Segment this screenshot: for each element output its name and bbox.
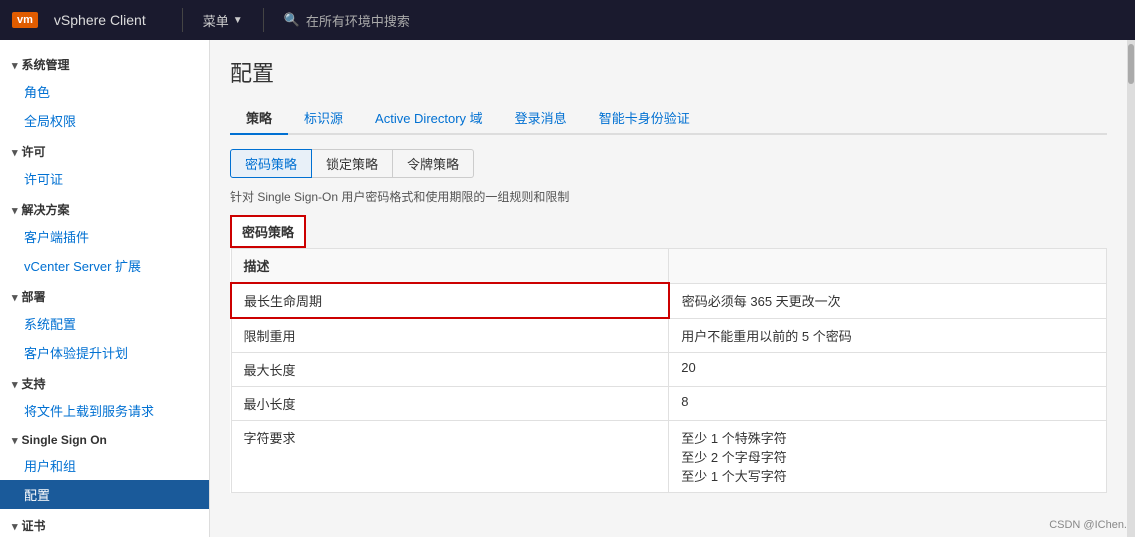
page-title: 配置 [230, 56, 1107, 88]
chevron-down-icon: ▼ [233, 15, 243, 26]
table-row-value: 用户不能重用以前的 5 个密码 [669, 318, 1107, 353]
collapse-icon: ▾ [12, 434, 18, 447]
tab-policy[interactable]: 策略 [230, 102, 288, 135]
search-placeholder: 在所有环境中搜索 [306, 11, 410, 30]
collapse-icon: ▾ [12, 520, 18, 533]
content-area: 配置 策略标识源Active Directory 域登录消息智能卡身份验证 密码… [210, 40, 1127, 537]
table-header-cell [669, 249, 1107, 284]
sidebar-item-sys-config[interactable]: 系统配置 [0, 309, 209, 338]
top-nav: vm vSphere Client 菜单 ▼ 🔍 在所有环境中搜索 [0, 0, 1135, 40]
table-row: 限制重用用户不能重用以前的 5 个密码 [231, 318, 1107, 353]
menu-label: 菜单 [203, 11, 229, 30]
sidebar-section-系统管理: ▾系统管理 [0, 48, 209, 77]
table-row-label: 字符要求 [231, 421, 669, 493]
app-title: vSphere Client [54, 12, 146, 28]
sidebar-section-支持: ▾支持 [0, 367, 209, 396]
sidebar-section-Single Sign On: ▾Single Sign On [0, 425, 209, 451]
table-row: 最长生命周期密码必须每 365 天更改一次 [231, 283, 1107, 318]
sidebar-item-config[interactable]: 配置 [0, 480, 209, 509]
table-row-label: 最小长度 [231, 387, 669, 421]
collapse-icon: ▾ [12, 59, 18, 72]
search-icon: 🔍 [284, 12, 300, 28]
sub-tab-lock-policy[interactable]: 锁定策略 [312, 149, 393, 178]
policy-section-header: 密码策略 [230, 215, 306, 248]
table-row-value: 8 [669, 387, 1107, 421]
collapse-icon: ▾ [12, 291, 18, 304]
main-tabs: 策略标识源Active Directory 域登录消息智能卡身份验证 [230, 102, 1107, 135]
menu-button[interactable]: 菜单 ▼ [203, 11, 243, 30]
sidebar-item-global-perms[interactable]: 全局权限 [0, 106, 209, 135]
table-header-cell: 描述 [231, 249, 669, 284]
search-bar[interactable]: 🔍 在所有环境中搜索 [284, 11, 410, 30]
sidebar-item-customer-exp[interactable]: 客户体验提升计划 [0, 338, 209, 367]
sidebar-item-vcenter-ext[interactable]: vCenter Server 扩展 [0, 251, 209, 280]
table-row-value: 密码必须每 365 天更改一次 [669, 283, 1107, 318]
scrollbar[interactable] [1127, 40, 1135, 537]
sub-tabs: 密码策略锁定策略令牌策略 [230, 149, 1107, 178]
sub-tab-token-policy[interactable]: 令牌策略 [393, 149, 474, 178]
sidebar-item-license[interactable]: 许可证 [0, 164, 209, 193]
table-row-value: 20 [669, 353, 1107, 387]
scroll-thumb [1128, 44, 1134, 84]
nav-divider-2 [263, 8, 264, 32]
table-row: 最小长度8 [231, 387, 1107, 421]
tab-smart-card[interactable]: 智能卡身份验证 [583, 102, 706, 135]
main-layout: ▾系统管理角色全局权限▾许可许可证▾解决方案客户端插件vCenter Serve… [0, 40, 1135, 537]
sidebar-section-部署: ▾部署 [0, 280, 209, 309]
sidebar-item-users-groups[interactable]: 用户和组 [0, 451, 209, 480]
policy-description: 针对 Single Sign-On 用户密码格式和使用期限的一组规则和限制 [230, 188, 1107, 205]
tab-identity[interactable]: 标识源 [288, 102, 359, 135]
table-row: 最大长度20 [231, 353, 1107, 387]
sidebar-item-roles[interactable]: 角色 [0, 77, 209, 106]
table-row-label: 最长生命周期 [231, 283, 669, 318]
nav-divider [182, 8, 183, 32]
vm-logo: vm [12, 12, 38, 28]
collapse-icon: ▾ [12, 378, 18, 391]
sidebar-item-upload-file[interactable]: 将文件上载到服务请求 [0, 396, 209, 425]
table-row: 字符要求至少 1 个特殊字符至少 2 个字母字符至少 1 个大写字符 [231, 421, 1107, 493]
table-row-label: 限制重用 [231, 318, 669, 353]
sidebar-section-证书: ▾证书 [0, 509, 209, 537]
sub-tab-password-policy[interactable]: 密码策略 [230, 149, 312, 178]
table-row-label: 最大长度 [231, 353, 669, 387]
sidebar-item-client-plugin[interactable]: 客户端插件 [0, 222, 209, 251]
collapse-icon: ▾ [12, 146, 18, 159]
collapse-icon: ▾ [12, 204, 18, 217]
sidebar-section-许可: ▾许可 [0, 135, 209, 164]
tab-login-msg[interactable]: 登录消息 [499, 102, 583, 135]
policy-table: 描述最长生命周期密码必须每 365 天更改一次限制重用用户不能重用以前的 5 个… [230, 248, 1107, 493]
sidebar: ▾系统管理角色全局权限▾许可许可证▾解决方案客户端插件vCenter Serve… [0, 40, 210, 537]
watermark: CSDN @IChen. [1049, 519, 1127, 531]
tab-ad[interactable]: Active Directory 域 [359, 102, 499, 135]
table-row-value: 至少 1 个特殊字符至少 2 个字母字符至少 1 个大写字符 [669, 421, 1107, 493]
sidebar-section-解决方案: ▾解决方案 [0, 193, 209, 222]
